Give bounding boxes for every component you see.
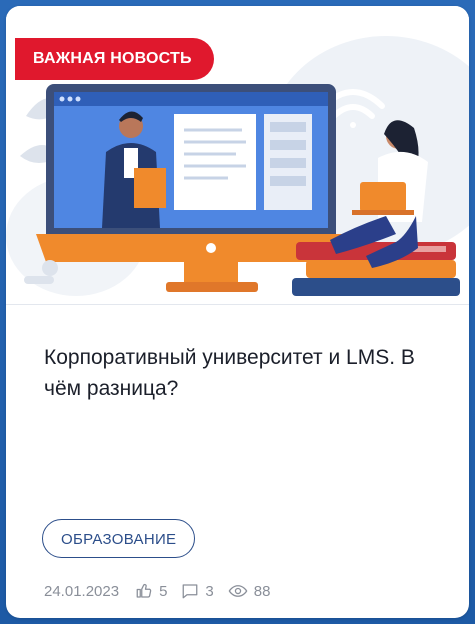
monitor-illustration	[36, 84, 346, 292]
important-news-badge: ВАЖНАЯ НОВОСТЬ	[15, 38, 214, 80]
views-count: 88	[253, 582, 271, 600]
publish-date: 24.01.2023	[44, 582, 120, 600]
views-counter: 88	[228, 582, 271, 600]
likes-count: 5	[159, 582, 168, 600]
eye-icon	[228, 585, 248, 597]
news-card-image[interactable]: ВАЖНАЯ НОВОСТЬ	[6, 6, 469, 305]
comments-count: 3	[205, 582, 214, 600]
thumbs-up-icon	[136, 584, 152, 598]
page-background: ВАЖНАЯ НОВОСТЬ Корпоративный университет…	[0, 0, 475, 624]
category-tag[interactable]: ОБРАЗОВАНИЕ	[42, 519, 196, 558]
news-title[interactable]: Корпоративный университет и LMS. В чём р…	[44, 342, 444, 404]
comments-counter[interactable]: 3	[181, 582, 214, 600]
books-stack	[292, 242, 460, 296]
likes-counter[interactable]: 5	[135, 582, 167, 600]
news-meta: 24.01.2023 5 3 88	[44, 578, 284, 604]
news-card[interactable]: ВАЖНАЯ НОВОСТЬ Корпоративный университет…	[6, 6, 469, 618]
comment-icon	[183, 584, 198, 599]
